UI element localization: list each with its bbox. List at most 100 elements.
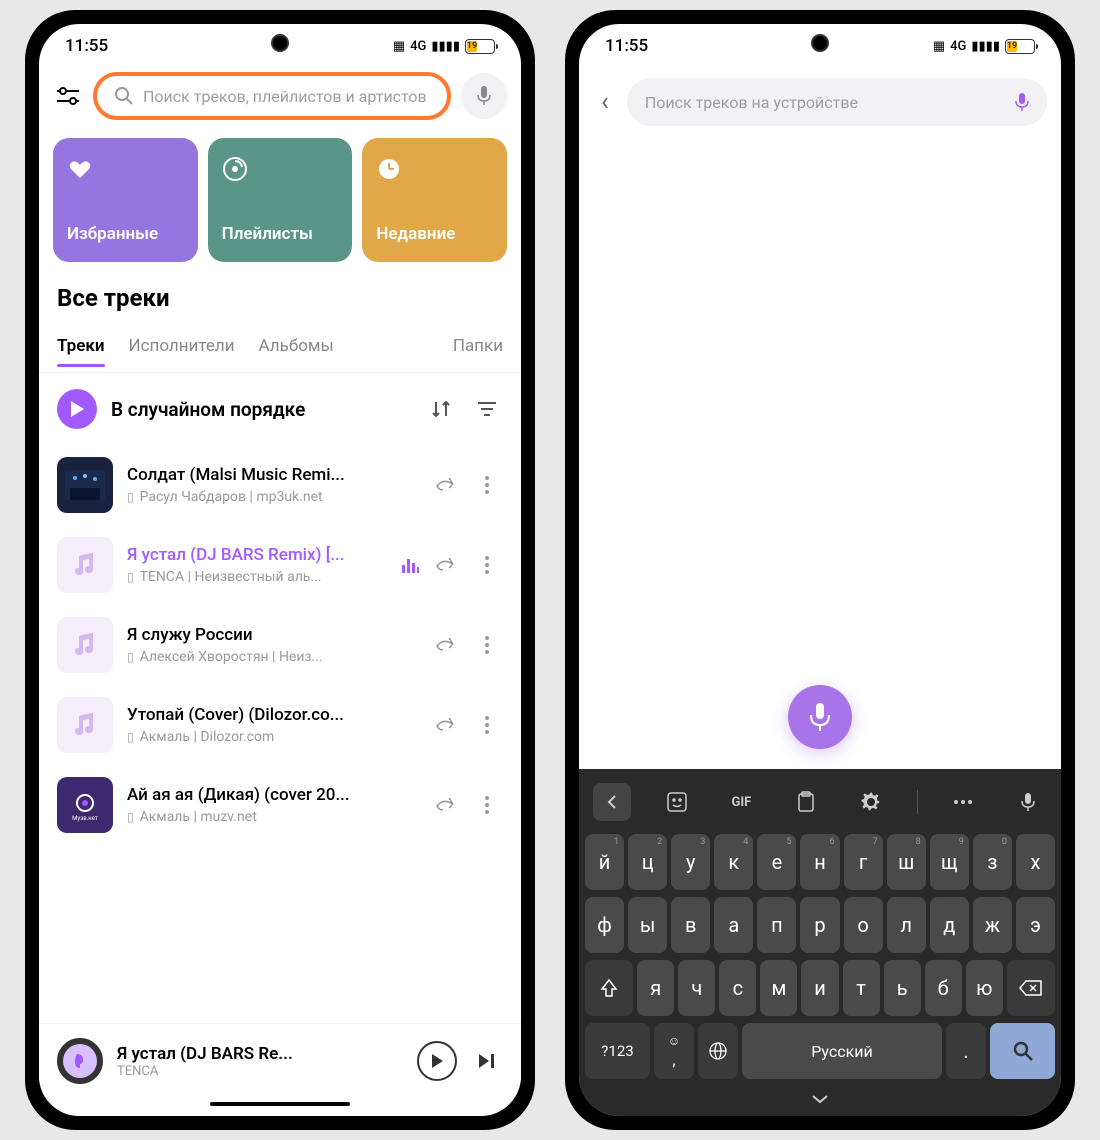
battery-icon: 19 — [1005, 39, 1035, 54]
now-playing-bar[interactable]: Я устал (DJ BARS Re... TENCA — [39, 1023, 521, 1098]
filter-list-button[interactable] — [471, 393, 503, 425]
key-щ[interactable]: щ9 — [930, 834, 969, 890]
back-button[interactable]: ‹ — [593, 87, 617, 117]
key-я[interactable]: я — [637, 960, 674, 1016]
storage-icon: ▯ — [127, 650, 134, 664]
album-art — [57, 697, 113, 753]
search-box[interactable] — [93, 72, 451, 120]
key-ю[interactable]: ю — [966, 960, 1003, 1016]
more-button[interactable] — [471, 789, 503, 821]
voice-search-button[interactable] — [788, 685, 852, 749]
key-б[interactable]: б — [925, 960, 962, 1016]
play-button[interactable] — [417, 1041, 457, 1081]
card-playlists[interactable]: Плейлисты — [208, 138, 353, 262]
key-е[interactable]: е5 — [757, 834, 796, 890]
storage-icon: ▯ — [127, 810, 134, 824]
tab-folders[interactable]: Папки — [453, 326, 503, 366]
share-button[interactable] — [429, 789, 461, 821]
key-у[interactable]: у3 — [671, 834, 710, 890]
key-п[interactable]: п — [757, 897, 796, 953]
mic-button[interactable] — [461, 73, 507, 119]
key-д[interactable]: д — [930, 897, 969, 953]
kb-collapse[interactable] — [583, 1086, 1057, 1108]
next-button[interactable] — [471, 1045, 503, 1077]
key-с[interactable]: с — [719, 960, 756, 1016]
signal-icon: ▮▮▮▮ — [431, 39, 460, 54]
tab-tracks[interactable]: Треки — [57, 326, 105, 366]
track-meta: Акмаль | muzv.net — [140, 809, 257, 825]
filter-icon[interactable] — [53, 87, 83, 105]
key-shift[interactable] — [585, 960, 633, 1016]
more-button[interactable] — [471, 549, 503, 581]
track-row[interactable]: Я устал (DJ BARS Remix) [... ▯TENCA | Не… — [39, 525, 521, 605]
key-л[interactable]: л — [887, 897, 926, 953]
key-а[interactable]: а — [714, 897, 753, 953]
key-period[interactable]: . — [946, 1023, 986, 1079]
track-meta: Алексей Хворостян | Неиз... — [140, 649, 323, 665]
home-indicator[interactable] — [210, 1102, 350, 1106]
search-input[interactable] — [645, 93, 1005, 112]
search-box[interactable] — [627, 78, 1047, 126]
track-meta: Расул Чабдаров | mp3uk.net — [140, 489, 323, 505]
more-button[interactable] — [471, 629, 503, 661]
key-р[interactable]: р — [800, 897, 839, 953]
key-ы[interactable]: ы — [628, 897, 667, 953]
key-г[interactable]: г7 — [844, 834, 883, 890]
key-emoji[interactable]: ☺, — [654, 1023, 694, 1079]
key-о[interactable]: о — [844, 897, 883, 953]
shuffle-play-button[interactable] — [57, 389, 97, 429]
kb-clipboard[interactable] — [787, 783, 825, 821]
heart-icon — [67, 156, 93, 182]
disc-icon — [222, 156, 248, 182]
track-row[interactable]: Я служу России ▯Алексей Хворостян | Неиз… — [39, 605, 521, 685]
key-и[interactable]: и — [801, 960, 838, 1016]
key-х[interactable]: х — [1016, 834, 1055, 890]
key-switch[interactable]: ?123 — [585, 1023, 650, 1079]
key-в[interactable]: в — [671, 897, 710, 953]
key-й[interactable]: й1 — [585, 834, 624, 890]
track-row[interactable]: Музв.нет Ай ая ая (Дикая) (cover 20... ▯… — [39, 765, 521, 845]
tab-artists[interactable]: Исполнители — [129, 326, 235, 366]
card-recent[interactable]: Недавние — [362, 138, 507, 262]
track-title: Ай ая ая (Дикая) (cover 20... — [127, 785, 415, 805]
kb-more[interactable] — [944, 783, 982, 821]
kb-gif[interactable]: GIF — [722, 783, 760, 821]
key-м[interactable]: м — [760, 960, 797, 1016]
kb-back[interactable] — [593, 783, 631, 821]
sort-button[interactable] — [425, 393, 457, 425]
more-button[interactable] — [471, 469, 503, 501]
camera-dot — [271, 34, 289, 52]
key-ц[interactable]: ц2 — [628, 834, 667, 890]
key-ж[interactable]: ж — [973, 897, 1012, 953]
shuffle-label: В случайном порядке — [111, 398, 411, 421]
track-row[interactable]: Утопай (Cover) (Dilozor.co... ▯Акмаль | … — [39, 685, 521, 765]
search-input[interactable] — [143, 87, 429, 106]
key-ь[interactable]: ь — [884, 960, 921, 1016]
key-ш[interactable]: ш8 — [887, 834, 926, 890]
share-button[interactable] — [429, 549, 461, 581]
tab-albums[interactable]: Альбомы — [259, 326, 334, 366]
key-ч[interactable]: ч — [678, 960, 715, 1016]
key-space[interactable]: Русский — [742, 1023, 942, 1079]
more-button[interactable] — [471, 709, 503, 741]
share-button[interactable] — [429, 629, 461, 661]
share-button[interactable] — [429, 709, 461, 741]
key-з[interactable]: з0 — [973, 834, 1012, 890]
equalizer-icon — [401, 557, 419, 573]
key-э[interactable]: э — [1016, 897, 1055, 953]
key-к[interactable]: к4 — [714, 834, 753, 890]
album-art — [57, 617, 113, 673]
kb-mic[interactable] — [1009, 783, 1047, 821]
key-н[interactable]: н6 — [800, 834, 839, 890]
key-backspace[interactable] — [1007, 960, 1055, 1016]
card-favorites[interactable]: Избранные — [53, 138, 198, 262]
share-button[interactable] — [429, 469, 461, 501]
kb-sticker[interactable] — [658, 783, 696, 821]
kb-settings[interactable] — [852, 783, 890, 821]
key-language[interactable] — [698, 1023, 738, 1079]
track-row[interactable]: Солдат (Malsi Music Remi... ▯Расул Чабда… — [39, 445, 521, 525]
key-ф[interactable]: ф — [585, 897, 624, 953]
key-т[interactable]: т — [843, 960, 880, 1016]
mic-icon[interactable] — [1015, 92, 1029, 112]
key-search[interactable] — [990, 1023, 1055, 1079]
